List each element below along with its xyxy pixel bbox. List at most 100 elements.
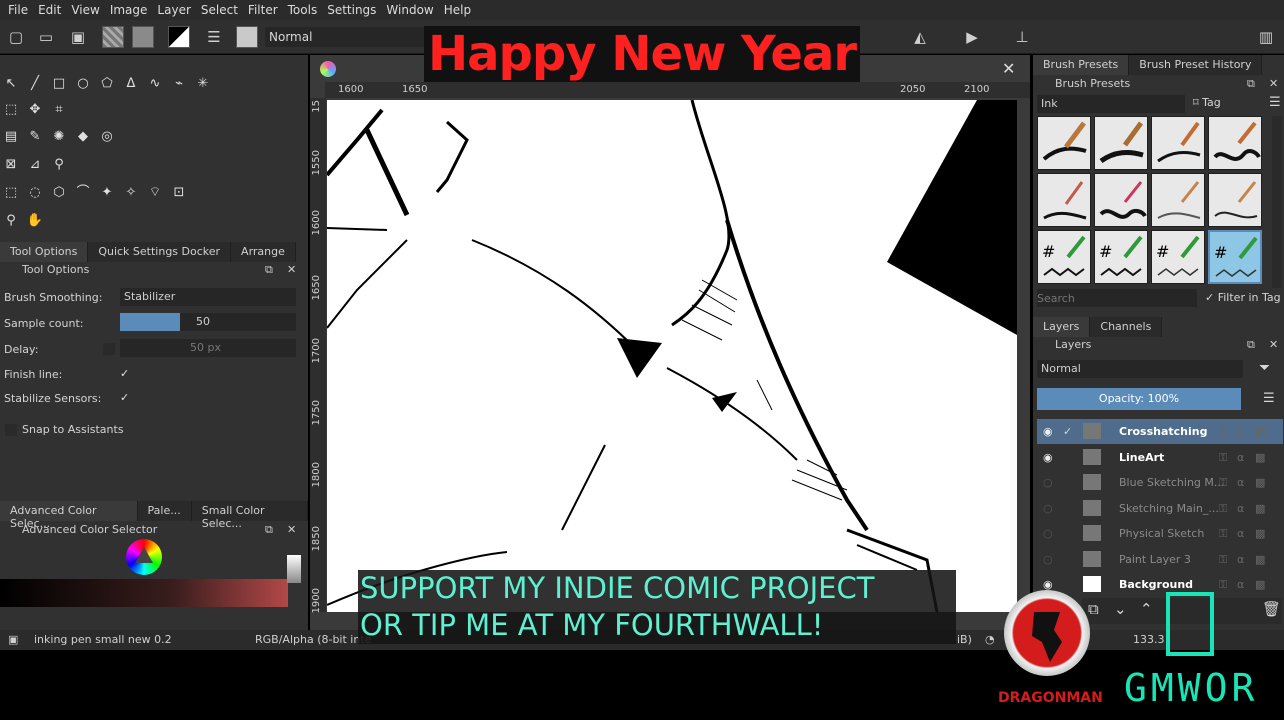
layer-row[interactable]: ◉ ✓ Crosshatching ⚿ α ▩ (1037, 419, 1283, 444)
rectangle-tool-icon[interactable]: □ (50, 75, 68, 93)
eye-icon[interactable]: ○ (1043, 547, 1053, 572)
lock-icon[interactable]: ⚿ (1219, 572, 1227, 597)
layer-row[interactable]: ◉ LineArt ⚿ α ▩ (1037, 445, 1283, 470)
bezier-select-icon[interactable]: ⌔ (146, 184, 164, 202)
brush-grid-scrollbar[interactable] (1272, 116, 1282, 288)
lock-icon[interactable]: ⚿ (1219, 496, 1227, 521)
enclose-fill-icon[interactable]: ◎ (98, 128, 116, 146)
lock-icon[interactable]: ⚿ (1219, 419, 1227, 444)
alpha-lock-icon[interactable]: α (1237, 547, 1244, 572)
brush-preset-tile[interactable]: # (1037, 230, 1091, 284)
pattern-swatch[interactable] (132, 26, 154, 48)
document-tab-icon[interactable] (320, 61, 336, 77)
inherit-alpha-icon[interactable]: ▩ (1255, 470, 1265, 495)
brush-preset-tile[interactable] (1208, 173, 1262, 227)
tab-small-color[interactable]: Small Color Selec... (191, 501, 308, 530)
lock-icon[interactable]: ⚿ (1219, 445, 1227, 470)
brush-preset-tile[interactable] (1037, 173, 1091, 227)
brush-settings-icon[interactable]: ☰ (204, 27, 224, 47)
tab-layers[interactable]: Layers (1033, 317, 1091, 337)
inherit-alpha-icon[interactable]: ▩ (1255, 445, 1265, 470)
brush-preset-tile[interactable]: # (1094, 230, 1148, 284)
menu-image[interactable]: Image (105, 3, 153, 17)
delay-checkbox[interactable] (103, 343, 115, 355)
gradient-tool-icon[interactable]: ▤ (2, 128, 20, 146)
dynamic-brush-icon[interactable]: ⌁ (170, 75, 188, 93)
eye-icon[interactable]: ○ (1043, 521, 1053, 546)
multibrush-icon[interactable]: ✳ (194, 75, 212, 93)
color-gradient-strip[interactable] (0, 579, 288, 607)
float-icon[interactable]: ⧉ (265, 521, 273, 539)
tab-quick-settings[interactable]: Quick Settings Docker (88, 242, 232, 262)
pan-tool-icon[interactable]: ✋ (26, 212, 44, 230)
layer-options-icon[interactable]: ☰ (1263, 391, 1275, 406)
move-down-icon[interactable]: ⌄ (1114, 600, 1127, 618)
open-folder-icon[interactable]: ▭ (36, 27, 56, 47)
menu-settings[interactable]: Settings (322, 3, 381, 17)
brush-tool-icon[interactable]: ╱ (26, 75, 44, 93)
close-icon[interactable]: ✕ (287, 521, 296, 539)
inherit-alpha-icon[interactable]: ▩ (1255, 496, 1265, 521)
brush-preset-tile[interactable] (1151, 116, 1205, 170)
close-icon[interactable]: ✕ (1269, 336, 1278, 354)
finish-line-checkbox[interactable]: ✓ (120, 368, 132, 380)
menu-window[interactable]: Window (381, 3, 438, 17)
menu-filter[interactable]: Filter (243, 3, 283, 17)
save-icon[interactable]: ▣ (68, 27, 88, 47)
menu-view[interactable]: View (66, 3, 104, 17)
menu-help[interactable]: Help (439, 3, 476, 17)
layer-row[interactable]: ○ Sketching Main_... ⚿ α ▩ (1037, 496, 1283, 521)
value-slider[interactable] (287, 555, 301, 583)
alpha-lock-icon[interactable]: α (1237, 572, 1244, 597)
alpha-lock-icon[interactable]: α (1237, 445, 1244, 470)
wrap-around-icon[interactable]: ⊥ (1012, 27, 1032, 47)
brush-preset-tile[interactable] (1208, 116, 1262, 170)
contiguous-select-icon[interactable]: ✦ (98, 184, 116, 202)
move-up-icon[interactable]: ⌃ (1140, 600, 1153, 618)
close-icon[interactable]: ✕ (1269, 75, 1278, 93)
filter-in-tag-checkbox[interactable]: ✓ Filter in Tag (1205, 291, 1281, 304)
zoom-tool-icon[interactable]: ⚲ (2, 212, 20, 230)
float-icon[interactable]: ⧉ (265, 261, 273, 279)
workspace-icon[interactable]: ▥ (1256, 27, 1276, 47)
fg-bg-color-swatch[interactable] (168, 26, 190, 48)
menu-tools[interactable]: Tools (283, 3, 323, 17)
menu-select[interactable]: Select (196, 3, 243, 17)
filter-icon[interactable]: ⏷ (1259, 360, 1270, 376)
polygon-select-icon[interactable]: ⬡ (50, 184, 68, 202)
move-tool-icon[interactable]: ✥ (26, 101, 44, 119)
tab-brush-history[interactable]: Brush Preset History (1129, 55, 1263, 75)
ellipse-tool-icon[interactable]: ○ (74, 75, 92, 93)
brush-preset-tile[interactable] (1094, 173, 1148, 227)
eye-icon[interactable]: ○ (1043, 496, 1053, 521)
similar-select-icon[interactable]: ✧ (122, 184, 140, 202)
inherit-alpha-icon[interactable]: ▩ (1255, 521, 1265, 546)
float-icon[interactable]: ⧉ (1247, 75, 1255, 93)
smart-patch-icon[interactable]: ✺ (50, 128, 68, 146)
freehand-path-icon[interactable]: ∿ (146, 75, 164, 93)
tab-palette[interactable]: Pale... (137, 501, 192, 521)
delay-input[interactable]: 50 px (120, 339, 296, 357)
delete-layer-icon[interactable]: 🗑 (1262, 600, 1281, 618)
pointer-tool-icon[interactable]: ↖ (2, 75, 20, 93)
float-icon[interactable]: ⧉ (1247, 336, 1255, 354)
alpha-lock-icon[interactable]: α (1237, 470, 1244, 495)
menu-file[interactable]: File (0, 3, 33, 17)
active-check-icon[interactable]: ✓ (1063, 419, 1072, 444)
brush-view-menu-icon[interactable]: ☰ (1269, 95, 1281, 110)
transform-tool-icon[interactable]: ⬚ (2, 101, 20, 119)
brush-preset-swatch[interactable] (236, 26, 258, 48)
brush-smoothing-select[interactable]: Stabilizer (120, 288, 296, 306)
inherit-alpha-icon[interactable]: ▩ (1255, 419, 1265, 444)
alpha-lock-icon[interactable]: α (1237, 521, 1244, 546)
lock-icon[interactable]: ⚿ (1219, 521, 1227, 546)
eye-icon[interactable]: ○ (1043, 470, 1053, 495)
tab-arrange[interactable]: Arrange (231, 242, 296, 262)
brush-preset-tile[interactable] (1094, 116, 1148, 170)
brush-preset-tile[interactable]: # (1151, 230, 1205, 284)
layer-blend-select[interactable]: Normal (1037, 360, 1243, 378)
ellipse-select-icon[interactable]: ◌ (26, 184, 44, 202)
alpha-lock-icon[interactable]: α (1237, 419, 1244, 444)
rotation-icon[interactable]: ◔ (985, 630, 995, 650)
brush-search-input[interactable] (1037, 289, 1197, 307)
